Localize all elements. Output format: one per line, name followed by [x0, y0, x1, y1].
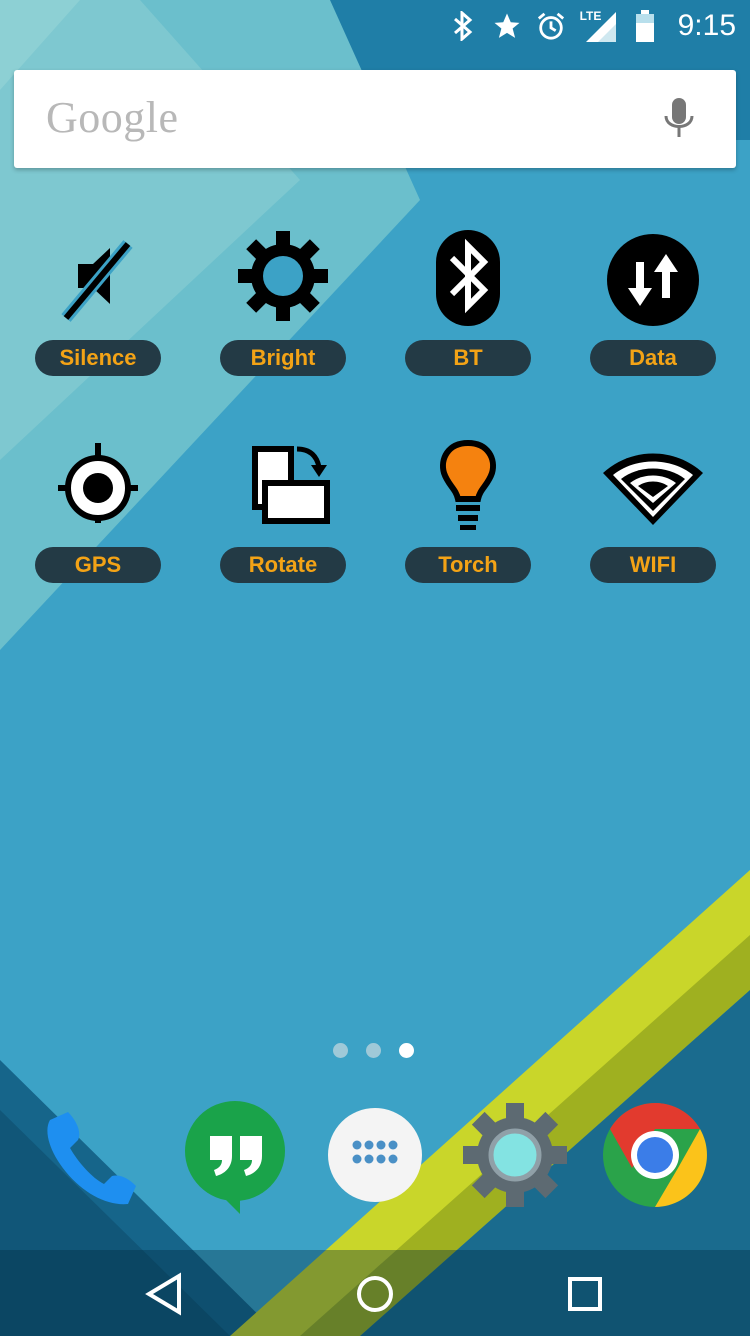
data-icon	[603, 226, 703, 326]
google-search-bar[interactable]: Google	[14, 70, 736, 168]
phone-app-icon[interactable]	[38, 1100, 148, 1210]
bluetooth-icon	[418, 226, 518, 326]
torch-icon	[418, 433, 518, 533]
toggle-label: Silence	[35, 340, 161, 376]
page-dot[interactable]	[366, 1043, 381, 1058]
alarm-icon	[536, 11, 566, 41]
recents-icon[interactable]	[557, 1266, 613, 1322]
toggle-label: Bright	[220, 340, 346, 376]
toggle-rotate[interactable]: Rotate	[220, 433, 346, 583]
toggle-label: GPS	[35, 547, 161, 583]
star-icon	[492, 11, 522, 41]
silence-icon	[48, 226, 148, 326]
toggle-silence[interactable]: Silence	[35, 226, 161, 376]
toggle-bt[interactable]: BT	[405, 226, 531, 376]
settings-app-icon[interactable]	[460, 1100, 570, 1210]
navigation-bar	[0, 1250, 750, 1336]
toggle-label: Torch	[405, 547, 531, 583]
lte-signal-icon: LTE	[579, 9, 616, 42]
google-logo: Google	[46, 93, 179, 142]
toggle-label: BT	[405, 340, 531, 376]
toggle-gps[interactable]: GPS	[35, 433, 161, 583]
toggle-label: Data	[590, 340, 716, 376]
hangouts-app-icon[interactable]	[180, 1096, 290, 1214]
toggle-torch[interactable]: Torch	[405, 433, 531, 583]
battery-icon	[630, 10, 660, 42]
back-icon[interactable]	[137, 1266, 193, 1322]
toggle-bright[interactable]: Bright	[220, 226, 346, 376]
gps-icon	[48, 433, 148, 533]
mic-icon[interactable]	[662, 96, 696, 142]
page-indicator	[333, 1043, 414, 1058]
rotate-icon	[233, 433, 333, 533]
toggle-wifi[interactable]: WIFI	[590, 433, 716, 583]
chrome-app-icon[interactable]	[600, 1100, 710, 1210]
page-dot[interactable]	[333, 1043, 348, 1058]
page-dot-active[interactable]	[399, 1043, 414, 1058]
toggle-label: Rotate	[220, 547, 346, 583]
bluetooth-icon	[448, 11, 478, 41]
toggle-label: WIFI	[590, 547, 716, 583]
home-icon[interactable]	[347, 1266, 403, 1322]
app-drawer-icon[interactable]	[320, 1100, 430, 1210]
wifi-icon	[603, 433, 703, 533]
status-bar: LTE 9:15	[0, 0, 750, 52]
toggle-data[interactable]: Data	[590, 226, 716, 376]
network-label: LTE	[579, 9, 602, 23]
clock: 9:15	[677, 9, 736, 42]
brightness-icon	[233, 226, 333, 326]
